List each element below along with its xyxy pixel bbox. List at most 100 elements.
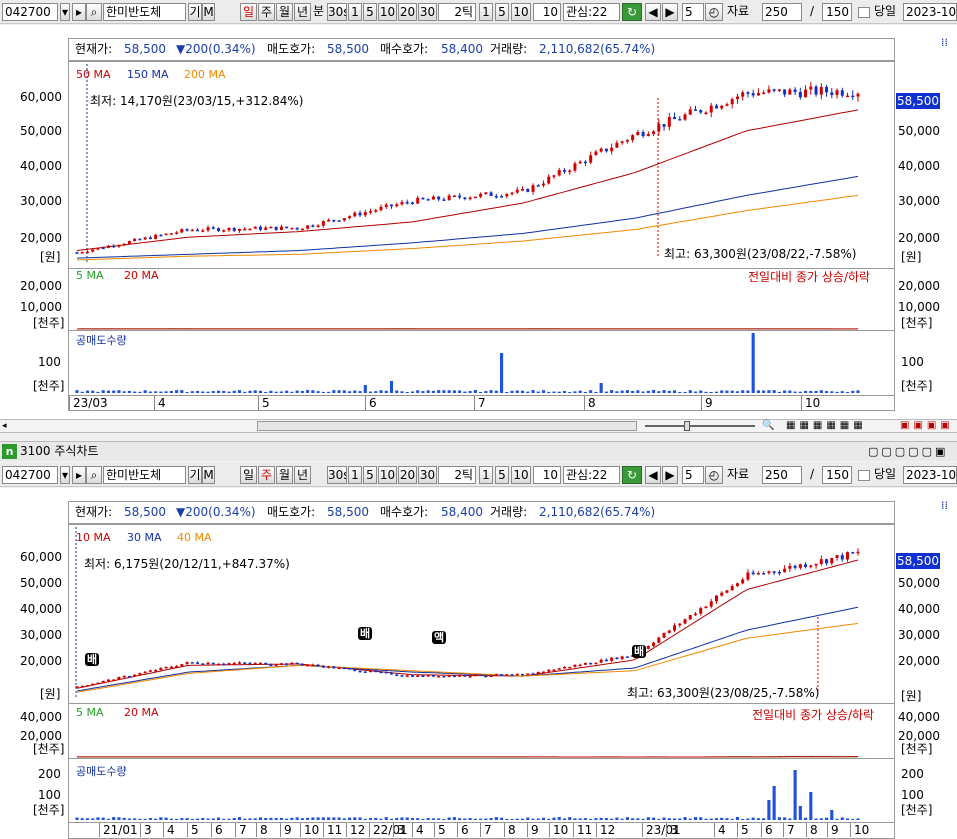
code-input[interactable]: 042700 (2, 3, 58, 21)
candle-body (437, 196, 441, 200)
n1-button[interactable]: 1 (348, 3, 362, 21)
short-sale-bar (520, 390, 525, 393)
candle-body (652, 131, 656, 135)
search-icon-2[interactable]: ⌕ (86, 466, 102, 484)
count-select[interactable]: 250 (762, 3, 802, 21)
date-tick: 8 (806, 823, 818, 837)
count2-input[interactable]: 150 (822, 3, 852, 21)
short-sale-bar (133, 391, 137, 393)
n10-button[interactable]: 10 (378, 3, 397, 21)
clock-icon[interactable]: ◴ (705, 3, 723, 21)
candle-body (777, 572, 781, 574)
count-select-2[interactable]: 250 (762, 466, 802, 484)
t5-button-2[interactable]: 5 (495, 466, 509, 484)
n20-button[interactable]: 20 (398, 3, 417, 21)
candle-body (793, 565, 797, 568)
t10-button-2[interactable]: 10 (511, 466, 531, 484)
candle-body (101, 680, 105, 683)
n30-button[interactable]: 30 (418, 3, 437, 21)
candle-body (479, 193, 483, 197)
short-sale-bar (96, 817, 100, 820)
candle-body (604, 659, 608, 662)
n30-button-2[interactable]: 30 (418, 466, 437, 484)
tick-input[interactable]: 2틱 (438, 3, 476, 21)
next-icon-2[interactable]: ▶ (662, 466, 678, 484)
play-icon-2[interactable]: ▸ (72, 466, 86, 484)
y-tick-30000: 30,000 (20, 194, 62, 208)
n20-button-2[interactable]: 20 (398, 466, 417, 484)
interest-field-2[interactable]: 관심:22 (563, 466, 620, 484)
code-input-2[interactable]: 042700 (2, 466, 58, 484)
n10-button-2[interactable]: 10 (378, 466, 397, 484)
tick-input-2[interactable]: 2틱 (438, 466, 476, 484)
zoom-icon[interactable]: 🔍 (762, 420, 774, 431)
search-icon[interactable]: ⌕ (86, 3, 102, 21)
window-controls-icon[interactable]: ▢▢▢▢▢▣ (868, 442, 948, 461)
candle-body (227, 227, 231, 231)
expand-icon[interactable]: ⁞⁞ (941, 36, 948, 49)
expand-icon-2[interactable]: ⁞⁞ (941, 499, 948, 512)
chart2-price-plot[interactable] (68, 524, 895, 703)
candle-body (222, 663, 226, 666)
down-arrow-icon-2[interactable]: ▾ (60, 466, 70, 484)
short-sale-bar (709, 391, 713, 393)
date-input-2[interactable]: 2023-10-2 (903, 466, 957, 484)
year-button-2[interactable]: 년 (294, 466, 311, 484)
y2-tick-50000: 50,000 (20, 576, 62, 590)
short-sale-bar (248, 390, 252, 393)
prev-icon-2[interactable]: ◀ (645, 466, 661, 484)
t1-button[interactable]: 1 (479, 3, 493, 21)
n5-button[interactable]: 5 (363, 3, 377, 21)
prev-icon[interactable]: ◀ (645, 3, 661, 21)
today-checkbox[interactable] (858, 7, 870, 18)
today-checkbox-2[interactable] (858, 470, 870, 481)
interest-field[interactable]: 관심:22 (563, 3, 620, 21)
t10-input-2[interactable]: 10 (533, 466, 561, 484)
refresh-icon-2[interactable]: ↻ (622, 466, 642, 484)
refresh-icon[interactable]: ↻ (622, 3, 642, 21)
candle-body (583, 161, 587, 164)
speed-input-2[interactable]: 5 (682, 466, 704, 484)
sec30-button-2[interactable]: 30s (327, 466, 347, 484)
m-button[interactable]: M (202, 3, 215, 21)
month-button-2[interactable]: 월 (276, 466, 293, 484)
chart1-scrollbar[interactable]: ◂ 🔍 ▦▦▦▦▦▦ ▣▣▣▣ (0, 419, 957, 433)
speed-input[interactable]: 5 (682, 3, 704, 21)
t10-button[interactable]: 10 (511, 3, 531, 21)
chart2-short-plot[interactable] (68, 758, 895, 822)
gi-button-2[interactable]: 기 (188, 466, 202, 484)
day-button[interactable]: 일 (240, 3, 257, 21)
year-button[interactable]: 년 (294, 3, 311, 21)
down-arrow-icon[interactable]: ▾ (60, 3, 70, 21)
chart-tools-icon[interactable]: ▦▦▦▦▦▦ (786, 420, 867, 431)
t10-input[interactable]: 10 (533, 3, 561, 21)
scroll-left-icon[interactable]: ◂ (2, 421, 12, 431)
date-input[interactable]: 2023-10-2 (903, 3, 957, 21)
t1-button-2[interactable]: 1 (479, 466, 493, 484)
n5-button-2[interactable]: 5 (363, 466, 377, 484)
panel-tools-icon[interactable]: ▣▣▣▣ (900, 420, 954, 431)
candle-body (615, 657, 619, 660)
clock-icon-2[interactable]: ◴ (705, 466, 723, 484)
zoom-slider[interactable] (645, 425, 755, 427)
week-button-2[interactable]: 주 (258, 466, 275, 484)
next-icon[interactable]: ▶ (662, 3, 678, 21)
short-sale-bar (845, 818, 850, 820)
candle-body (762, 92, 766, 95)
t5-button[interactable]: 5 (495, 3, 509, 21)
short-sale-bar (652, 817, 656, 820)
scroll-thumb[interactable] (257, 421, 637, 431)
candle-body (568, 666, 572, 669)
n1-button-2[interactable]: 1 (348, 466, 362, 484)
week-button[interactable]: 주 (258, 3, 275, 21)
play-icon[interactable]: ▸ (72, 3, 86, 21)
chart1-short-plot[interactable] (68, 330, 895, 395)
gi-button[interactable]: 기 (188, 3, 202, 21)
short-sale-bar (620, 390, 624, 393)
zoom-slider-handle[interactable] (684, 421, 690, 431)
count2-input-2[interactable]: 150 (822, 466, 852, 484)
month-button[interactable]: 월 (276, 3, 293, 21)
m-button-2[interactable]: M (202, 466, 215, 484)
sec30-button[interactable]: 30s (327, 3, 347, 21)
day-button-2[interactable]: 일 (240, 466, 257, 484)
